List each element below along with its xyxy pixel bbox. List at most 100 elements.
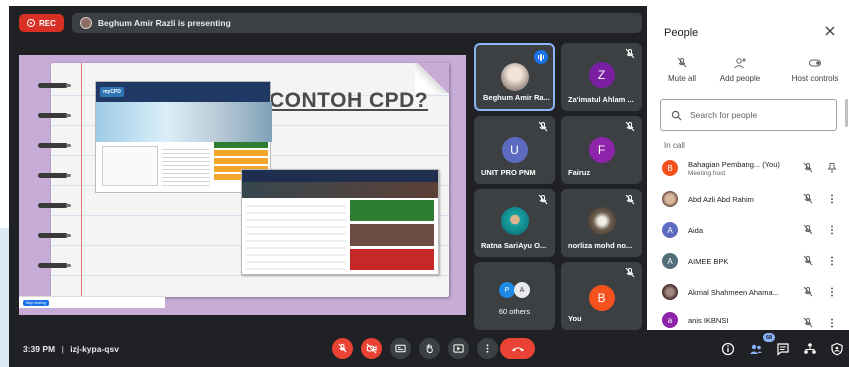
mic-toggle-button[interactable]	[332, 338, 353, 359]
participant-name: Beghum Amir Ra...	[483, 93, 550, 102]
activities-icon[interactable]	[803, 342, 817, 356]
toggle-icon	[809, 59, 821, 67]
person-name: AIMEE BPK	[688, 256, 729, 266]
participant-name: Za'imatul Ahlam ...	[568, 95, 634, 104]
meeting-info: 3:39 PM | izj-kypa-qsv	[23, 344, 119, 354]
binder-ring	[38, 173, 71, 178]
shared-screen: CONTOH CPD? myCPD Stop sharing	[19, 55, 466, 315]
captions-button[interactable]	[390, 338, 411, 359]
article-list	[246, 200, 346, 270]
person-row[interactable]: B Bahagian Pembang... (You) Meeting host	[662, 156, 842, 180]
mic-off-icon	[677, 57, 687, 68]
separator: |	[61, 344, 64, 354]
person-row[interactable]: A Aida	[662, 218, 842, 242]
screen-share-toast: Stop sharing	[19, 296, 165, 308]
people-icon[interactable]	[749, 342, 763, 356]
image-column	[350, 200, 434, 270]
add-people-button[interactable]: Add people	[710, 57, 770, 83]
more-vertical-icon[interactable]	[826, 224, 838, 236]
mic-off-icon[interactable]	[802, 255, 814, 267]
participant-tile[interactable]: F Fairuz	[561, 116, 642, 184]
add-people-label: Add people	[719, 74, 761, 83]
mic-off-icon[interactable]	[802, 193, 814, 205]
meeting-details-icon[interactable]	[721, 342, 735, 356]
mic-off-icon	[538, 194, 548, 205]
speaking-indicator-icon	[534, 50, 548, 64]
mic-off-icon	[538, 121, 548, 132]
panel-title: People	[664, 27, 699, 39]
participant-photo	[500, 63, 529, 91]
stop-sharing-button[interactable]: Stop sharing	[23, 299, 49, 306]
participant-tile[interactable]: U UNIT PRO PNM	[474, 116, 555, 184]
text-block	[162, 146, 210, 186]
more-vertical-icon	[486, 344, 489, 353]
others-tile[interactable]: P A 60 others	[474, 262, 555, 330]
host-controls-icon[interactable]	[830, 342, 844, 356]
participant-tile[interactable]: norliza mohd no...	[561, 189, 642, 257]
self-tile[interactable]: B You	[561, 262, 642, 330]
hand-icon	[426, 344, 433, 354]
participant-avatar: U	[501, 137, 528, 163]
recording-label: REC	[39, 18, 56, 28]
recording-badge[interactable]: REC	[19, 14, 64, 32]
person-name: Akmal Shahmeen Ahama...	[688, 287, 779, 297]
person-name: Aida	[688, 225, 704, 235]
meeting-stage: REC Beghum Amir Razli is presenting CONT…	[9, 6, 647, 367]
participant-avatar: P	[499, 282, 515, 298]
more-options-button[interactable]	[477, 338, 498, 359]
panel-scrollbar[interactable]	[845, 99, 848, 127]
person-row[interactable]: Akmal Shahmeen Ahama...	[662, 280, 842, 304]
participant-tile[interactable]: Z Za'imatul Ahlam ...	[561, 43, 642, 111]
camera-toggle-button[interactable]	[361, 338, 382, 359]
person-row[interactable]: a anis IKBNSI	[662, 311, 842, 329]
mute-all-button[interactable]: Mute all	[652, 57, 712, 83]
cpd-website-screenshot	[241, 169, 439, 275]
participant-avatar: Z	[588, 62, 615, 88]
mic-off-icon[interactable]	[802, 224, 814, 236]
close-icon[interactable]	[824, 25, 836, 37]
binder-ring	[38, 203, 71, 208]
add-person-icon	[734, 58, 746, 69]
mic-off-icon[interactable]	[802, 317, 814, 329]
people-search-input[interactable]: Search for people	[660, 99, 837, 131]
site-nav	[242, 170, 438, 182]
self-avatar: B	[588, 285, 615, 311]
top-bar: REC Beghum Amir Razli is presenting	[19, 12, 642, 34]
meeting-code: izj-kypa-qsv	[70, 344, 119, 354]
participant-name: You	[568, 314, 582, 323]
chat-icon[interactable]	[776, 342, 790, 356]
leave-call-button[interactable]	[500, 338, 535, 359]
presenting-text: Beghum Amir Razli is presenting	[97, 18, 231, 28]
mic-off-icon	[625, 267, 635, 278]
participant-tile[interactable]: Beghum Amir Ra...	[474, 43, 555, 111]
person-avatar: B	[662, 160, 678, 176]
binder-ring	[38, 233, 71, 238]
mic-off-icon	[625, 194, 635, 205]
more-vertical-icon[interactable]	[826, 255, 838, 267]
person-avatar: A	[662, 222, 678, 238]
mic-off-icon	[338, 343, 347, 353]
mic-off-icon[interactable]	[802, 286, 814, 298]
more-vertical-icon[interactable]	[826, 193, 838, 205]
participant-tile[interactable]: Ratna SariAyu O...	[474, 189, 555, 257]
more-vertical-icon[interactable]	[826, 286, 838, 298]
person-row[interactable]: A AIMEE BPK	[662, 249, 842, 273]
login-form	[102, 146, 158, 186]
host-controls-label: Host controls	[791, 74, 839, 83]
more-vertical-icon[interactable]	[826, 317, 838, 329]
site-content	[246, 200, 434, 270]
raise-hand-button[interactable]	[419, 338, 440, 359]
edge-highlight	[0, 228, 9, 367]
pin-icon[interactable]	[826, 162, 838, 174]
person-role: Meeting host	[688, 169, 726, 177]
phone-hangup-icon	[511, 347, 524, 351]
mic-off-icon[interactable]	[802, 162, 814, 174]
present-screen-button[interactable]	[448, 338, 469, 359]
clock-time: 3:39 PM	[23, 344, 56, 354]
person-avatar	[662, 284, 678, 300]
participant-photo	[587, 207, 616, 235]
participant-photo	[500, 207, 529, 235]
person-name: Abd Azli Abd Rahim	[688, 194, 754, 204]
host-controls-button[interactable]: Host controls	[780, 57, 849, 83]
person-row[interactable]: Abd Azli Abd Rahim	[662, 187, 842, 211]
